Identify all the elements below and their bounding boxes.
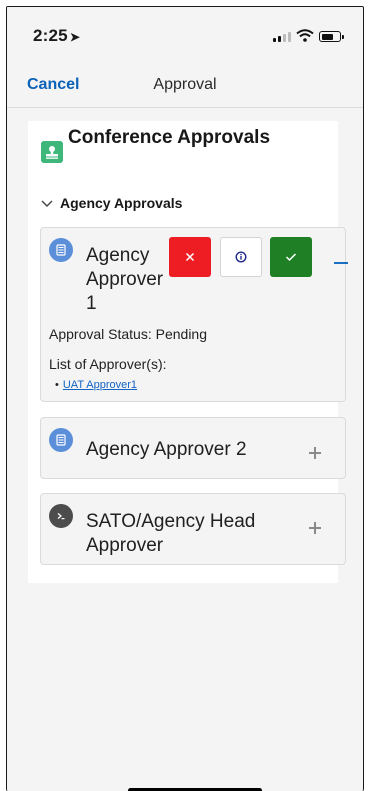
status-time: 2:25 ➤ — [33, 26, 80, 46]
approve-button[interactable] — [270, 237, 312, 277]
collapse-icon[interactable] — [334, 262, 348, 264]
section-label: Agency Approvals — [60, 195, 183, 211]
bullet: • — [55, 379, 59, 391]
nav-bar: Cancel Approval — [7, 59, 363, 108]
approver-list-label: List of Approver(s): — [49, 356, 167, 372]
list-icon — [56, 434, 66, 446]
system-icons — [273, 29, 344, 42]
expand-plus-icon[interactable] — [309, 522, 321, 534]
approver-name: Agency Approver 2 — [86, 439, 247, 460]
time-text: 2:25 — [33, 26, 68, 45]
status-bar: 2:25 ➤ — [7, 7, 363, 57]
approver-name: SATO/Agency Head Approver — [86, 511, 256, 556]
approval-status: Approval Status: Pending — [49, 326, 207, 342]
approver-name: Agency Approver 1 — [86, 245, 164, 314]
prompt-icon — [57, 513, 65, 520]
close-icon — [185, 252, 195, 262]
approver-icon — [49, 238, 73, 262]
chevron-down-icon — [41, 200, 53, 207]
wifi-icon — [296, 29, 314, 42]
approver-card-2[interactable]: Agency Approver 2 — [40, 417, 346, 479]
reject-button[interactable] — [169, 237, 211, 277]
info-button[interactable] — [220, 237, 262, 277]
checkmark-icon — [285, 253, 297, 262]
info-icon — [235, 251, 247, 263]
approver-card-1: Agency Approver 1 Approval Status: Pendi… — [40, 227, 348, 402]
expand-plus-icon[interactable] — [309, 447, 321, 459]
approval-status-value: Pending — [155, 326, 208, 342]
section-toggle-agency-approvals[interactable]: Agency Approvals — [40, 193, 182, 213]
approval-status-label: Approval Status: — [49, 326, 152, 342]
approver-list-item: • UAT Approver1 — [55, 379, 137, 391]
signal-icon — [273, 32, 291, 42]
phone-screen: 2:25 ➤ Cancel Approval Conference Approv… — [6, 6, 364, 791]
page-title: Approval — [153, 76, 217, 93]
approver-link[interactable]: UAT Approver1 — [63, 379, 137, 391]
list-icon — [56, 244, 66, 256]
card-header: Conference Approvals — [40, 127, 320, 173]
approver-icon — [49, 504, 73, 528]
location-arrow-icon: ➤ — [69, 30, 81, 44]
card-title: Conference Approvals — [68, 127, 271, 148]
approver-card-3[interactable]: SATO/Agency Head Approver — [40, 493, 346, 565]
approvals-card: Conference Approvals Agency Approvals Ag… — [28, 121, 348, 583]
battery-icon — [319, 31, 344, 42]
approval-stamp-icon — [41, 141, 63, 163]
approver-icon — [49, 428, 73, 452]
